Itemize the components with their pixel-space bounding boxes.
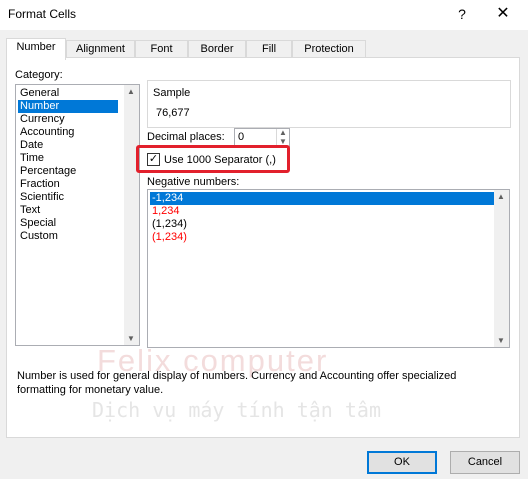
ok-button[interactable]: OK bbox=[367, 451, 437, 474]
negative-item[interactable]: (1,234) bbox=[150, 231, 187, 244]
category-list[interactable]: General Number Currency Accounting Date … bbox=[15, 84, 140, 346]
number-tab-panel: Category: General Number Currency Accoun… bbox=[6, 57, 520, 438]
sample-group: Sample 76,677 bbox=[147, 80, 511, 128]
category-item[interactable]: Date bbox=[18, 139, 118, 152]
negative-scrollbar[interactable]: ▲ ▼ bbox=[494, 190, 509, 347]
category-label: Category: bbox=[15, 69, 63, 81]
scroll-down-icon[interactable]: ▼ bbox=[127, 334, 135, 343]
scroll-up-icon[interactable]: ▲ bbox=[497, 192, 505, 201]
close-button[interactable]: ✕ bbox=[488, 2, 518, 26]
category-item[interactable]: Special bbox=[18, 217, 118, 230]
decimal-places-label: Decimal places: bbox=[147, 131, 225, 143]
watermark-tagline: Dịch vụ máy tính tận tâm bbox=[92, 398, 381, 422]
sample-value: 76,677 bbox=[156, 107, 190, 119]
category-item[interactable]: Time bbox=[18, 152, 118, 165]
scroll-up-icon[interactable]: ▲ bbox=[127, 87, 135, 96]
scroll-down-icon[interactable]: ▼ bbox=[497, 336, 505, 345]
category-item[interactable]: General bbox=[18, 87, 118, 100]
highlight-annotation bbox=[136, 145, 290, 173]
negative-item[interactable]: 1,234 bbox=[150, 205, 180, 218]
cancel-button[interactable]: Cancel bbox=[450, 451, 520, 474]
negative-item-selected[interactable]: -1,234 bbox=[150, 192, 494, 205]
stepper-buttons[interactable]: ▲ ▼ bbox=[276, 128, 289, 146]
negative-item[interactable]: (1,234) bbox=[150, 218, 187, 231]
dialog-title: Format Cells bbox=[8, 7, 77, 21]
description-text: Number is used for general display of nu… bbox=[17, 370, 457, 396]
category-item[interactable]: Percentage bbox=[18, 165, 118, 178]
tab-number[interactable]: Number bbox=[6, 38, 66, 60]
category-item[interactable]: Currency bbox=[18, 113, 118, 126]
category-item[interactable]: Text bbox=[18, 204, 118, 217]
category-item[interactable]: Scientific bbox=[18, 191, 118, 204]
negative-numbers-list[interactable]: -1,234 1,234 (1,234) (1,234) ▲ ▼ bbox=[147, 189, 510, 348]
category-scrollbar[interactable]: ▲ ▼ bbox=[124, 85, 139, 345]
category-item[interactable]: Custom bbox=[18, 230, 118, 243]
sample-label: Sample bbox=[153, 87, 191, 99]
category-item[interactable]: Fraction bbox=[18, 178, 118, 191]
decimal-places-value[interactable]: 0 bbox=[238, 131, 244, 143]
negative-numbers-label: Negative numbers: bbox=[147, 176, 240, 188]
category-item-selected[interactable]: Number bbox=[18, 100, 118, 113]
title-bar: Format Cells ? ✕ bbox=[0, 0, 528, 30]
help-button[interactable]: ? bbox=[452, 2, 472, 26]
category-item[interactable]: Accounting bbox=[18, 126, 118, 139]
stepper-up-icon[interactable]: ▲ bbox=[279, 128, 287, 137]
